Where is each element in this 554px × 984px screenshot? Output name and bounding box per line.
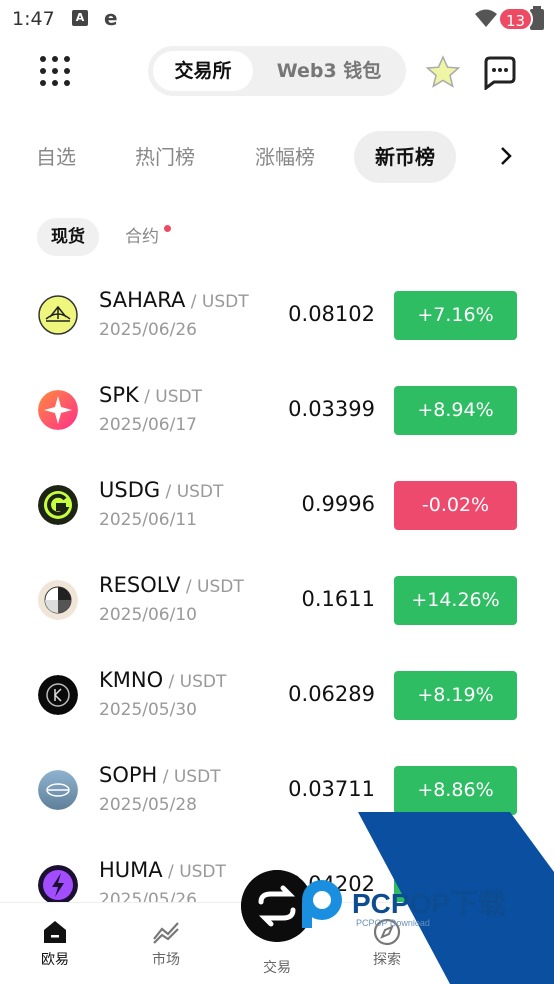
browser-notification-icon: e <box>104 6 118 30</box>
huma-coin-icon <box>38 865 78 905</box>
change-badge[interactable]: +8.19% <box>394 671 517 720</box>
nav-explore-label: 探索 <box>373 952 401 968</box>
coin-pair: KMNO / USDT <box>99 668 227 692</box>
market-chart-icon <box>153 922 179 944</box>
last-price: 0.03711 <box>288 777 375 801</box>
list-item[interactable]: SOPH / USDT 2025/05/28 0.03711 +8.86% <box>0 743 554 838</box>
list-item[interactable]: SAHARA / USDT 2025/06/26 0.08102 +7.16% <box>0 268 554 363</box>
nav-home[interactable]: 欧易 <box>15 917 95 969</box>
list-item[interactable]: USDG / USDT 2025/06/11 0.9996 -0.02% <box>0 458 554 553</box>
listing-date: 2025/06/11 <box>99 510 197 530</box>
last-price: 0.06289 <box>288 682 375 706</box>
change-badge[interactable]: +8.86% <box>394 766 517 815</box>
category-tabs: 自选 热门榜 涨幅榜 新币榜 <box>0 128 554 186</box>
spk-coin-icon <box>38 390 78 430</box>
change-badge[interactable]: +14.26% <box>394 576 517 625</box>
chevron-right-icon[interactable] <box>494 144 518 168</box>
grid-menu-icon[interactable] <box>40 56 70 86</box>
usdg-coin-icon <box>38 485 78 525</box>
coin-pair: SOPH / USDT <box>99 763 221 787</box>
wifi-icon <box>475 9 497 27</box>
nav-trade-label: 交易 <box>263 960 291 976</box>
trade-swap-button[interactable] <box>241 870 313 942</box>
kmno-coin-icon <box>38 675 78 715</box>
last-price: 0.1611 <box>301 587 375 611</box>
soph-coin-icon <box>38 770 78 810</box>
listing-date: 2025/06/10 <box>99 605 197 625</box>
listing-date: 2025/05/28 <box>99 795 197 815</box>
last-price: 0.9996 <box>301 492 375 516</box>
market-type-tabs: 现货 合约 <box>0 218 554 258</box>
resolv-coin-icon <box>38 580 78 620</box>
nav-market[interactable]: 市场 <box>126 917 206 969</box>
status-time: 1:47 <box>12 8 55 30</box>
tab-hot[interactable]: 热门榜 <box>124 131 206 183</box>
message-icon[interactable] <box>480 54 520 90</box>
nav-market-label: 市场 <box>152 952 180 968</box>
listing-date: 2025/05/30 <box>99 700 197 720</box>
home-icon <box>44 921 66 943</box>
last-price: 0.08102 <box>288 302 375 326</box>
nav-explore[interactable]: 探索 <box>347 917 427 969</box>
web3-wallet-tab[interactable]: Web3 钱包 <box>258 51 400 91</box>
top-bar: 交易所 Web3 钱包 <box>0 40 554 102</box>
coin-pair: SPK / USDT <box>99 383 203 407</box>
list-item[interactable]: KMNO / USDT 2025/05/30 0.06289 +8.19% <box>0 648 554 743</box>
last-price: 0.03399 <box>288 397 375 421</box>
change-badge[interactable]: -0.02% <box>394 481 517 530</box>
coin-pair: USDG / USDT <box>99 478 224 502</box>
compass-icon <box>373 918 401 946</box>
list-item[interactable]: RESOLV / USDT 2025/06/10 0.1611 +14.26% <box>0 553 554 648</box>
exchange-tab[interactable]: 交易所 <box>153 51 253 91</box>
mode-switch: 交易所 Web3 钱包 <box>148 46 406 96</box>
message-count-badge: 13 <box>498 7 534 31</box>
favorite-star-icon[interactable] <box>424 54 462 90</box>
tab-spot[interactable]: 现货 <box>37 218 99 256</box>
change-badge[interactable]: +8.94% <box>394 386 517 435</box>
coin-pair: RESOLV / USDT <box>99 573 244 597</box>
listing-date: 2025/06/26 <box>99 320 197 340</box>
notification-a-icon: A <box>72 10 88 26</box>
sahara-coin-icon <box>38 295 78 335</box>
tab-watchlist[interactable]: 自选 <box>26 131 86 183</box>
list-item[interactable]: SPK / USDT 2025/06/17 0.03399 +8.94% <box>0 363 554 458</box>
coin-pair: HUMA / USDT <box>99 858 226 882</box>
change-badge[interactable]: +7.16% <box>394 291 517 340</box>
tab-new-listings[interactable]: 新币榜 <box>354 131 456 183</box>
nav-trade[interactable]: 交易 <box>237 955 317 977</box>
new-indicator-dot <box>164 225 171 232</box>
listing-date: 2025/06/17 <box>99 415 197 435</box>
tab-futures[interactable]: 合约 <box>122 218 162 256</box>
status-bar: 1:47 A e <box>0 0 554 38</box>
tab-gainers[interactable]: 涨幅榜 <box>244 131 326 183</box>
coin-pair: SAHARA / USDT <box>99 288 249 312</box>
nav-home-label: 欧易 <box>41 952 69 968</box>
